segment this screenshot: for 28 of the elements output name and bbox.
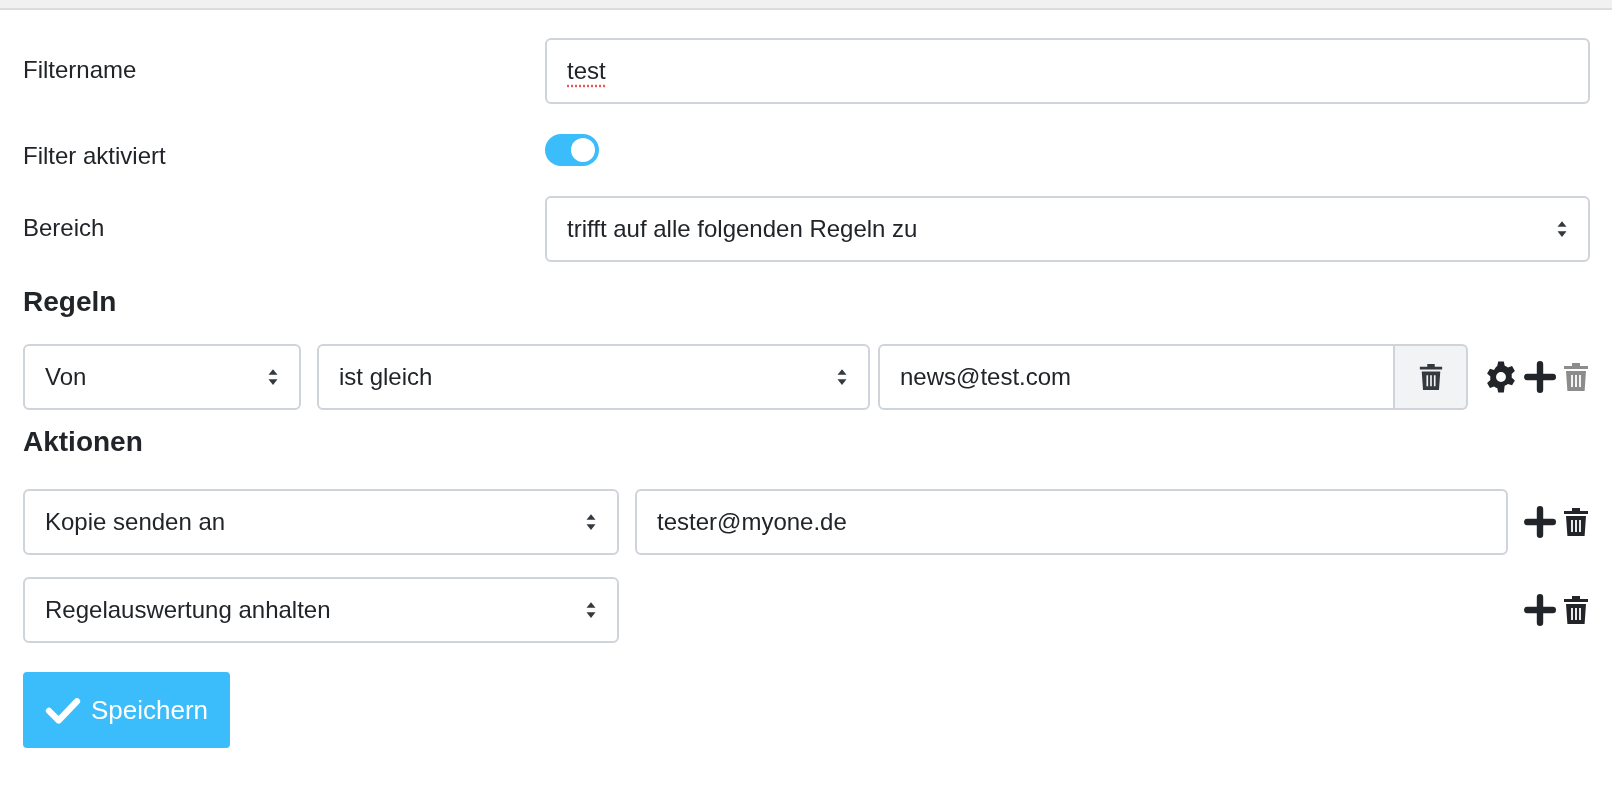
select-dropdown[interactable]: trifft auf alle folgenden Regeln zu: [545, 196, 1590, 262]
select-dropdown[interactable]: ist gleich: [317, 344, 870, 410]
sort-caret-icon: [267, 368, 279, 386]
select-dropdown[interactable]: Von: [23, 344, 301, 410]
add-icon[interactable]: [1524, 361, 1556, 393]
section-heading: Aktionen: [23, 426, 144, 458]
sort-caret-icon: [836, 368, 848, 386]
field-label: Bereich: [23, 213, 106, 242]
toggle-switch[interactable]: [545, 134, 599, 166]
select-dropdown[interactable]: Kopie senden an: [23, 489, 619, 555]
input-field[interactable]: tester@myone.de: [635, 489, 1508, 555]
checkmark-icon: [45, 696, 81, 724]
settings-icon[interactable]: [1484, 360, 1518, 394]
delete-icon[interactable]: [1562, 506, 1590, 538]
section-heading: Regeln: [23, 286, 118, 318]
sort-caret-icon: [585, 513, 597, 531]
trash-icon: [1417, 362, 1444, 392]
input-field[interactable]: news@test.com: [878, 344, 1395, 410]
field-label: Filter aktiviert: [23, 141, 167, 170]
sort-caret-icon: [585, 601, 597, 619]
sort-caret-icon: [1556, 220, 1568, 238]
delete-icon[interactable]: [1562, 594, 1590, 626]
field-label: Filtername: [23, 55, 138, 84]
add-icon[interactable]: [1524, 506, 1556, 538]
input-field[interactable]: test: [545, 38, 1590, 104]
delete-button[interactable]: [1395, 344, 1468, 410]
select-dropdown[interactable]: Regelauswertung anhalten: [23, 577, 619, 643]
add-icon[interactable]: [1524, 594, 1556, 626]
